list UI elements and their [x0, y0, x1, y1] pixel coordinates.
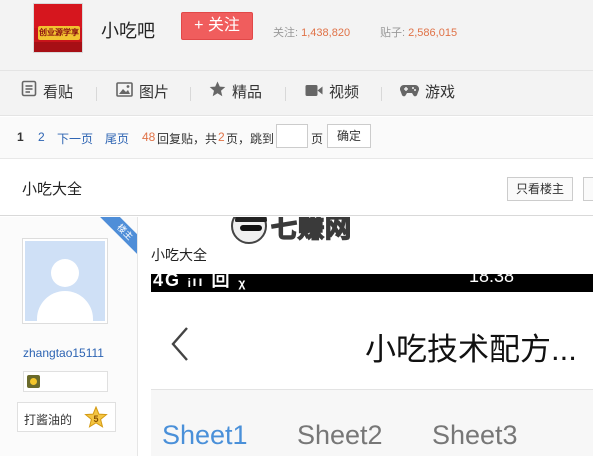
page-current: 1	[17, 130, 24, 144]
logo-text: 创业源学享	[39, 28, 79, 37]
tab-divider	[190, 87, 191, 101]
tab-pictures[interactable]: 图片	[116, 71, 169, 115]
mascot-glasses-shape	[240, 225, 262, 231]
page-2-link[interactable]: 2	[38, 130, 45, 144]
tab-featured-label: 精品	[232, 84, 263, 101]
status-time: 18:38	[469, 274, 515, 286]
tab-divider	[381, 87, 382, 101]
tab-videos[interactable]: 视频	[305, 71, 359, 115]
tab-games[interactable]: 游戏	[399, 71, 456, 115]
mascot-hat-shape	[235, 217, 267, 222]
tab-posts-label: 看贴	[43, 84, 74, 101]
video-icon	[305, 71, 323, 115]
follow-stat-label: 关注:	[273, 27, 299, 39]
tab-pictures-label: 图片	[139, 84, 170, 101]
post-content: 七赚网 小吃大全 4G ᵢₗₗ 回 ᵪ 18:38 小吃技术配方... Shee…	[139, 217, 593, 456]
forum-header: 创业源学享 小吃吧 + 关注 关注: 1,438,820 贴子: 2,586,0…	[0, 0, 593, 70]
phone-status-bar: 4G ᵢₗₗ 回 ᵪ 18:38	[151, 274, 593, 292]
member-badge-icon	[27, 375, 40, 388]
thread-title-bar: 小吃大全 只看楼主	[0, 160, 593, 216]
page-go-button[interactable]: 确定	[327, 124, 371, 148]
post-author-panel: 楼主 zhangtao15111 打酱油的 5	[0, 217, 138, 456]
next-page-link[interactable]: 下一页	[57, 130, 93, 147]
jump-to-text: 页，跳到	[226, 132, 275, 146]
avatar[interactable]	[22, 238, 108, 324]
tab-videos-label: 视频	[329, 84, 360, 101]
pagination-bar: 1 2 下一页 尾页 48 回复贴，共 2 页，跳到 页 确定	[0, 117, 593, 159]
page-unit: 页	[311, 132, 324, 146]
thread-title: 小吃大全	[22, 181, 83, 198]
back-chevron-icon	[171, 327, 188, 361]
status-signal: 4G ᵢₗₗ 回 ᵪ	[153, 274, 248, 290]
level-star-icon: 5	[84, 406, 108, 428]
document-title: 小吃技术配方...	[365, 332, 577, 367]
logo-bottom-band	[34, 42, 82, 52]
sheet-tab-3: Sheet3	[432, 420, 518, 450]
post-list-icon	[21, 71, 37, 115]
posts-count: 2,586,015	[408, 27, 458, 39]
follow-stat: 关注: 1,438,820	[273, 24, 350, 40]
gamepad-icon	[399, 71, 420, 115]
tab-featured[interactable]: 精品	[209, 71, 262, 115]
member-badge-box[interactable]	[23, 371, 108, 392]
sheet-tab-1: Sheet1	[162, 420, 248, 450]
tab-games-label: 游戏	[425, 84, 456, 101]
avatar-body-shape	[37, 291, 93, 321]
default-avatar-icon	[25, 241, 105, 321]
level-box[interactable]: 打酱油的 5	[17, 402, 116, 432]
reply-text: 回复贴，共	[157, 132, 218, 146]
follow-count: 1,438,820	[301, 27, 351, 39]
post-body-title: 小吃大全	[151, 247, 207, 263]
reply-count: 48	[142, 130, 156, 144]
follow-button[interactable]: + 关注	[181, 12, 253, 40]
watermark-text: 七赚网	[270, 217, 353, 244]
tab-divider	[96, 87, 97, 101]
only-op-button[interactable]: 只看楼主	[507, 177, 573, 201]
forum-name[interactable]: 小吃吧	[101, 17, 155, 43]
posts-stat: 贴子: 2,586,015	[380, 24, 457, 40]
forum-tabbar: 看贴 图片 精品 视频 游戏	[0, 70, 593, 116]
watermark-mascot-icon	[231, 217, 267, 244]
level-name: 打酱油的	[24, 413, 73, 427]
forum-logo[interactable]: 创业源学享	[33, 3, 83, 53]
tab-posts[interactable]: 看贴	[21, 71, 73, 115]
tab-divider	[285, 87, 286, 101]
page-jump-input[interactable]	[276, 124, 308, 148]
logo-top-band	[34, 4, 82, 28]
last-page-link[interactable]: 尾页	[105, 130, 129, 147]
avatar-head-shape	[51, 259, 79, 287]
posts-stat-label: 贴子:	[380, 27, 406, 39]
star-icon	[209, 71, 226, 115]
picture-icon	[116, 71, 133, 115]
author-username[interactable]: zhangtao15111	[23, 346, 104, 360]
sheet-tab-bar: Sheet1 Sheet2 Sheet3	[151, 390, 593, 456]
thread-action-button[interactable]	[583, 177, 593, 201]
total-pages: 2	[218, 130, 225, 144]
level-number: 5	[93, 414, 98, 424]
post-screenshot-image: 4G ᵢₗₗ 回 ᵪ 18:38 小吃技术配方... Sheet1 Sheet2…	[151, 274, 593, 456]
sheet-tab-2: Sheet2	[297, 420, 383, 450]
